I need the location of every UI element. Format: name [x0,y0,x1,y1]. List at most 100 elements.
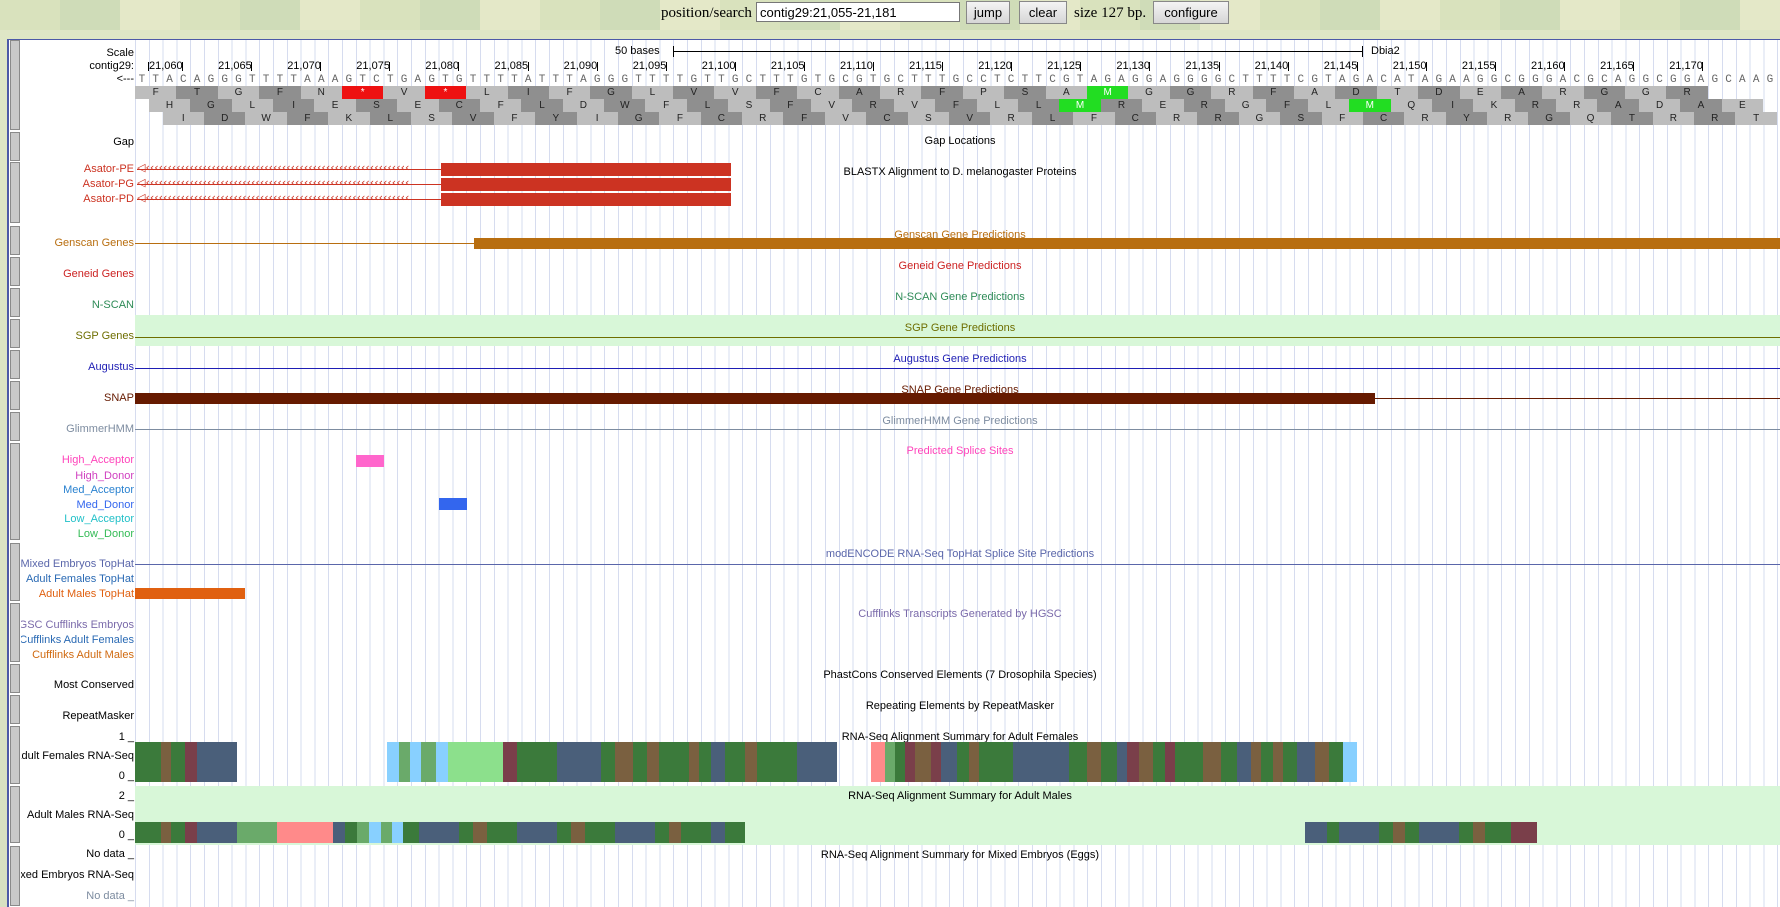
track-button-4[interactable] [10,257,20,286]
geneid-label[interactable]: Geneid Genes [63,268,134,280]
amino-acid: F [645,99,687,112]
coverage-tile [459,822,473,843]
cufflinks-males-label[interactable]: Cufflinks Adult Males [32,649,134,661]
track-data-area[interactable]: 21,060 21,065 21,070 21,075 21,080 21,085 21,0… [135,40,1780,907]
most-conserved-label[interactable]: Most Conserved [54,679,134,691]
blastx-exon[interactable] [441,163,731,176]
tophat-males-label[interactable]: Adult Males TopHat [39,588,134,600]
track-button-7[interactable] [10,350,20,379]
clear-button[interactable]: clear [1019,1,1067,24]
asator-pd-label[interactable]: Asator-PD [83,193,134,205]
ruler-tick [458,62,460,71]
coverage-tile [237,822,277,843]
track-button-0[interactable] [10,40,20,130]
amino-acid: F [1321,112,1363,125]
dna-base: A [1118,74,1125,86]
track-button-6[interactable] [10,319,20,348]
jump-button[interactable]: jump [966,1,1010,24]
coverage-tile [1251,742,1261,782]
rna-females-label[interactable]: Adult Females RNA-Seq [21,750,134,762]
ruler-tick-label: 21,120 [978,60,1012,72]
augustus-label[interactable]: Augustus [88,361,134,373]
glimmer-label[interactable]: GlimmerHMM [66,423,134,435]
cufflinks-females-label[interactable]: Cufflinks Adult Females [21,634,134,646]
ruler-tick-label: 21,140 [1254,60,1289,72]
track-button-3[interactable] [10,226,20,255]
ruler-tick [251,62,253,71]
tophat-males-feature[interactable] [135,588,245,599]
med-donor-site[interactable] [439,498,467,510]
repeatmasker-label[interactable]: RepeatMasker [62,710,134,722]
track-button-16[interactable] [10,786,20,843]
track-button-15[interactable] [10,726,20,784]
med-donor-label[interactable]: Med_Donor [77,499,134,511]
low-donor-label[interactable]: Low_Donor [78,528,134,540]
rna-females-coverage[interactable] [135,742,1675,782]
coverage-tile [1273,742,1283,782]
snap-exon[interactable] [135,393,1375,404]
track-button-2[interactable] [10,162,20,223]
asator-pg-label[interactable]: Asator-PG [83,178,134,190]
coverage-tile [797,742,837,782]
high-donor-label[interactable]: High_Donor [75,470,134,482]
blastx-exon[interactable] [441,178,731,191]
coverage-tile [1523,822,1537,843]
high-acceptor-label[interactable]: High_Acceptor [62,454,134,466]
tophat-embryos-label[interactable]: Mixed Embryos TopHat [21,558,134,570]
snap-intron-line[interactable] [1375,398,1780,399]
amino-acid: F [1266,99,1308,112]
amino-acid: E [1721,99,1764,112]
rna-embryos-label[interactable]: Mixed Embryos RNA-Seq [21,869,134,881]
sgp-line[interactable] [135,337,1780,338]
ruler-tick [1564,62,1565,71]
track-button-14[interactable] [10,695,20,724]
gap-label[interactable]: Gap [113,136,134,148]
track-button-12[interactable] [10,603,20,662]
asator-pe-label[interactable]: Asator-PE [84,163,134,175]
rna-males-label[interactable]: Adult Males RNA-Seq [27,809,134,821]
rna-males-coverage[interactable] [135,822,1780,843]
rna-embryos-title: RNA-Seq Alignment Summary for Mixed Embr… [820,849,1100,861]
track-button-9[interactable] [10,412,20,441]
track-button-13[interactable] [10,664,20,693]
genscan-intron-line[interactable] [135,243,474,244]
genome-browser-image: Scale contig29: <--- Gap Asator-PE Asato… [7,39,1780,907]
nscan-label[interactable]: N-SCAN [92,299,134,311]
amino-acid: E [1142,99,1184,112]
dna-sequence: TTACAGGGTTTTAAAGTCTGAGTGTTTTATTTAGGGTTTT… [135,74,1780,86]
snap-label[interactable]: SNAP [104,392,134,404]
genscan-label[interactable]: Genscan Genes [55,237,135,249]
cufflinks-embryos-label[interactable]: HGSC Cufflinks Embryos [21,619,134,631]
dna-base: A [1752,74,1760,86]
configure-button[interactable]: configure [1153,1,1229,24]
ruler-tick-label: 21,130 [1116,60,1151,72]
track-button-17[interactable] [10,846,20,906]
genscan-exon[interactable] [474,238,1780,249]
track-button-10[interactable] [10,443,20,540]
cufflinks-title: Cufflinks Transcripts Generated by HGSC [858,608,1062,620]
track-button-8[interactable] [10,381,20,410]
low-acceptor-label[interactable]: Low_Acceptor [64,513,134,525]
sgp-label[interactable]: SGP Genes [76,330,135,342]
position-search-input[interactable] [756,2,960,22]
high-acceptor-site[interactable] [356,455,384,467]
amino-acid: L [521,99,563,112]
track-button-11[interactable] [10,543,20,601]
glimmer-line[interactable] [135,429,1780,430]
dna-base: A [1394,74,1401,86]
track-button-5[interactable] [10,288,20,317]
track-button-1[interactable] [10,132,20,161]
amino-acid: S [1280,112,1322,125]
blastx-exon[interactable] [441,193,731,206]
ruler-tick-label: 21,115 [909,60,942,72]
dna-base: A [1159,74,1167,86]
coverage-tile [1139,742,1153,782]
med-acceptor-label[interactable]: Med_Acceptor [63,484,134,496]
coverage-tile [1419,822,1459,843]
coverage-tile [1237,742,1251,782]
tophat-females-label[interactable]: Adult Females TopHat [26,573,134,585]
dna-base: T [938,74,946,86]
dna-base: G [731,74,739,86]
tophat-embryos-line[interactable] [135,564,1780,565]
augustus-line[interactable] [135,368,1780,369]
